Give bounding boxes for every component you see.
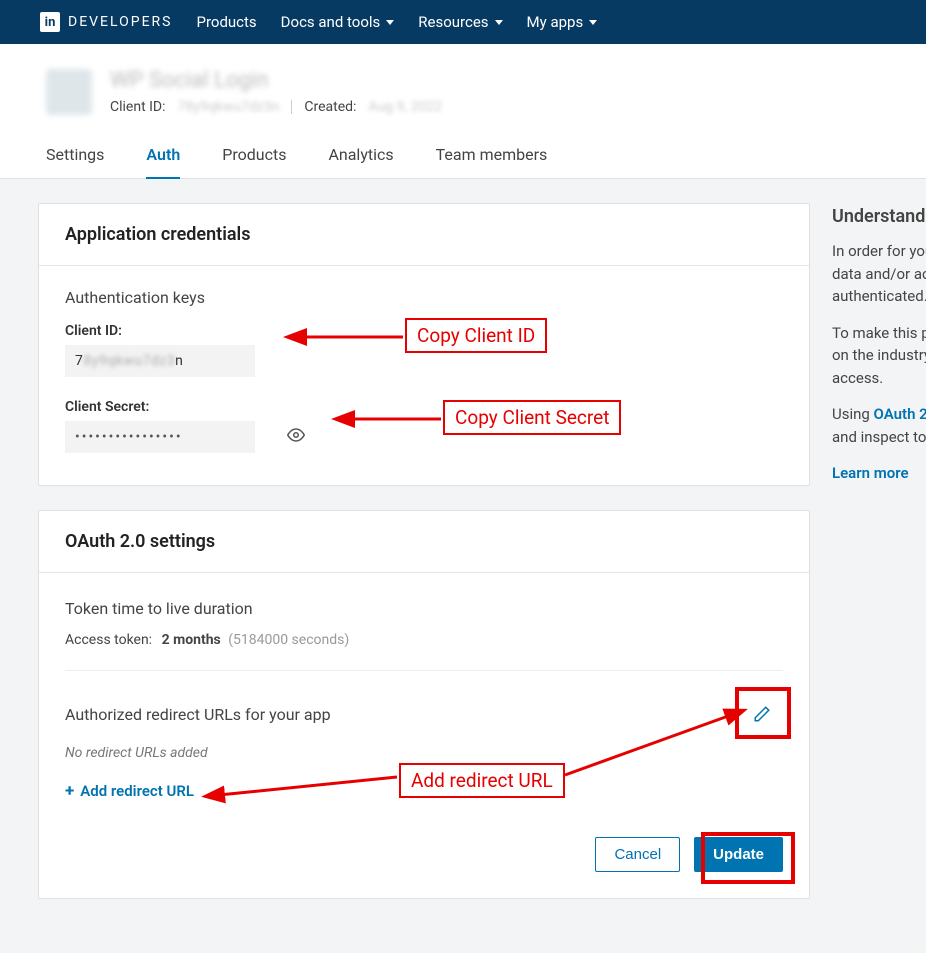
main-area: Application credentials Authentication k… (0, 179, 926, 953)
caret-down-icon (589, 20, 597, 25)
app-logo-icon (46, 69, 92, 115)
client-id-label: Client ID: (110, 99, 166, 115)
client-id-input[interactable]: 78y9qkwu7dz3n (65, 345, 255, 377)
tab-analytics[interactable]: Analytics (328, 135, 393, 178)
app-title: WP Social Login (110, 68, 442, 93)
created-label: Created: (304, 99, 356, 115)
redirect-urls-heading: Authorized redirect URLs for your app (65, 705, 331, 724)
app-header: WP Social Login Client ID: 78y9qkwu7dz3n… (0, 44, 926, 115)
logo[interactable]: in DEVELOPERS (40, 12, 172, 32)
access-token-value: 2 months (162, 632, 221, 648)
tab-auth[interactable]: Auth (146, 135, 180, 178)
annotation-copy-client-id: Copy Client ID (405, 318, 547, 353)
client-secret-input[interactable] (65, 421, 255, 453)
add-redirect-url-label: Add redirect URL (80, 782, 194, 800)
nav-products[interactable]: Products (196, 13, 256, 31)
oauth-card-title: OAuth 2.0 settings (39, 511, 809, 573)
plus-icon: + (65, 781, 74, 801)
credentials-card-title: Application credentials (39, 204, 809, 266)
tab-team-members[interactable]: Team members (436, 135, 548, 178)
logo-text: DEVELOPERS (68, 14, 172, 30)
caret-down-icon (495, 20, 503, 25)
cancel-button[interactable]: Cancel (595, 837, 680, 872)
tab-settings[interactable]: Settings (46, 135, 104, 178)
learn-more-link[interactable]: Learn more (832, 464, 909, 482)
sidebar-help: Understandin In order for you data and/o… (832, 203, 926, 499)
access-token-detail: (5184000 seconds) (228, 632, 349, 648)
highlight-update-button (701, 832, 795, 884)
divider (65, 670, 783, 671)
credentials-card: Application credentials Authentication k… (38, 203, 810, 486)
caret-down-icon (386, 20, 394, 25)
top-nav: in DEVELOPERS Products Docs and tools Re… (0, 0, 926, 44)
sidebar-title: Understandin (832, 203, 926, 230)
auth-keys-heading: Authentication keys (65, 288, 783, 307)
divider (291, 100, 292, 114)
created-value: Aug 9, 2022 (368, 99, 442, 115)
nav-my-apps[interactable]: My apps (527, 13, 598, 31)
highlight-edit-button (735, 687, 791, 739)
tabs: Settings Auth Products Analytics Team me… (0, 135, 926, 179)
app-meta: Client ID: 78y9qkwu7dz3n Created: Aug 9,… (110, 99, 442, 115)
nav-docs-tools[interactable]: Docs and tools (281, 13, 395, 31)
oauth-2-link[interactable]: OAuth 2. (874, 405, 926, 423)
oauth-card: OAuth 2.0 settings Token time to live du… (38, 510, 810, 899)
annotation-copy-client-secret: Copy Client Secret (443, 400, 621, 435)
tab-products[interactable]: Products (222, 135, 286, 178)
ttl-heading: Token time to live duration (65, 599, 783, 618)
nav-resources[interactable]: Resources (418, 13, 502, 31)
linkedin-logo-icon: in (40, 12, 60, 32)
access-token-row: Access token: 2 months (5184000 seconds) (65, 632, 783, 648)
access-token-label: Access token: (65, 632, 152, 648)
annotation-add-redirect: Add redirect URL (399, 763, 565, 798)
client-id-value: 78y9qkwu7dz3n (178, 99, 280, 115)
show-secret-eye-icon[interactable] (287, 426, 305, 448)
